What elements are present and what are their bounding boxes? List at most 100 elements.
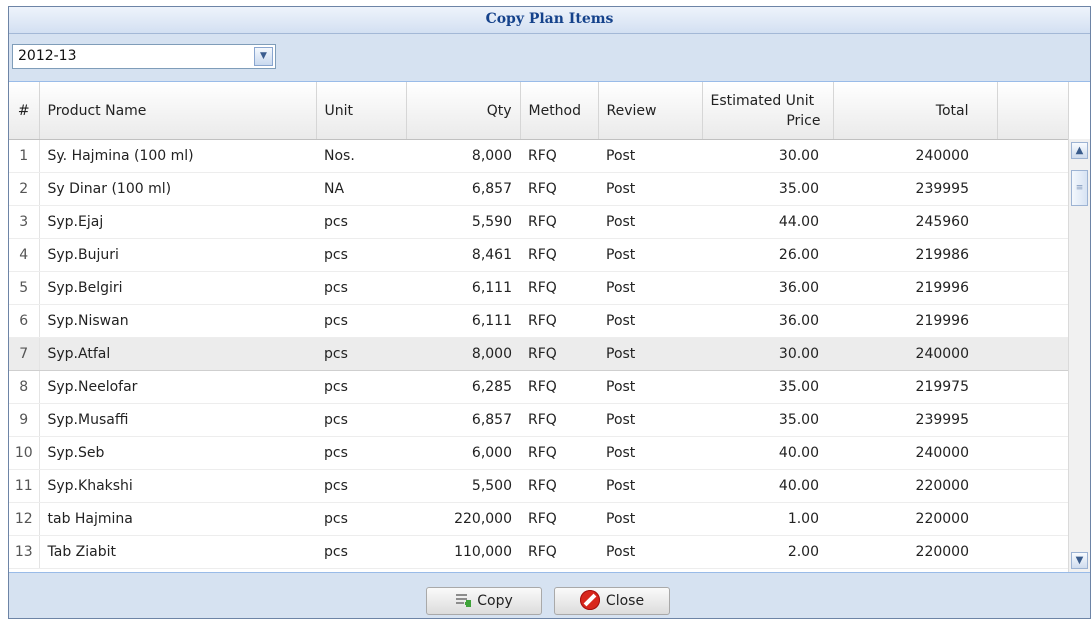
cell-method: RFQ	[520, 403, 598, 437]
cell-product-name: Syp.Neelofar	[39, 370, 316, 404]
cell-method: RFQ	[520, 205, 598, 239]
column-header-review[interactable]: Review	[598, 82, 703, 140]
cell-spacer	[997, 271, 1068, 305]
cell-method: RFQ	[520, 370, 598, 404]
cell-review: Post	[598, 304, 702, 338]
cell-index: 10	[9, 436, 40, 470]
cell-method: RFQ	[520, 502, 598, 536]
arrow-down-icon[interactable]: ▼	[1071, 552, 1088, 569]
cell-qty: 8,461	[406, 238, 520, 272]
cell-unit: pcs	[316, 502, 406, 536]
cell-method: RFQ	[520, 304, 598, 338]
table-row[interactable]: 13 Tab Ziabit pcs 110,000 RFQ Post 2.00 220000	[9, 535, 1068, 569]
cell-unit: pcs	[316, 535, 406, 569]
cell-estimated-unit-price: 40.00	[702, 436, 833, 470]
cell-qty: 220,000	[406, 502, 520, 536]
cell-unit: pcs	[316, 403, 406, 437]
toolbar: 2012-13 ▼	[9, 34, 1090, 82]
cell-review: Post	[598, 502, 702, 536]
table-row[interactable]: 6 Syp.Niswan pcs 6,111 RFQ Post 36.00 219996	[9, 304, 1068, 338]
cell-estimated-unit-price: 26.00	[702, 238, 833, 272]
table-row[interactable]: 3 Syp.Ejaj pcs 5,590 RFQ Post 44.00 245960	[9, 205, 1068, 239]
arrow-up-icon[interactable]: ▲	[1071, 142, 1088, 159]
plan-items-grid: # Product Name Unit Qty Method Review Es…	[9, 82, 1090, 572]
cell-total: 220000	[833, 502, 997, 536]
cell-review: Post	[598, 139, 702, 173]
cell-estimated-unit-price: 30.00	[702, 139, 833, 173]
cell-product-name: Sy. Hajmina (100 ml)	[39, 139, 316, 173]
cell-product-name: Syp.Bujuri	[39, 238, 316, 272]
cell-qty: 5,500	[406, 469, 520, 503]
table-row[interactable]: 5 Syp.Belgiri pcs 6,111 RFQ Post 36.00 219996	[9, 271, 1068, 305]
cell-unit: pcs	[316, 205, 406, 239]
column-header-estimated-unit-price[interactable]: Estimated Unit Price	[702, 82, 834, 140]
cell-spacer	[997, 436, 1068, 470]
cell-estimated-unit-price: 2.00	[702, 535, 833, 569]
table-row[interactable]: 10 Syp.Seb pcs 6,000 RFQ Post 40.00 240000	[9, 436, 1068, 470]
cell-index: 9	[9, 403, 40, 437]
table-row[interactable]: 11 Syp.Khakshi pcs 5,500 RFQ Post 40.00 220000	[9, 469, 1068, 503]
cell-review: Post	[598, 238, 702, 272]
column-header-index[interactable]: #	[9, 82, 40, 140]
cell-total: 239995	[833, 403, 997, 437]
cell-qty: 6,857	[406, 172, 520, 206]
cell-method: RFQ	[520, 535, 598, 569]
grid-header-row: # Product Name Unit Qty Method Review Es…	[9, 82, 1069, 140]
cell-index: 6	[9, 304, 40, 338]
cell-total: 220000	[833, 535, 997, 569]
cell-total: 219996	[833, 304, 997, 338]
cell-product-name: Syp.Seb	[39, 436, 316, 470]
cell-qty: 6,285	[406, 370, 520, 404]
cell-unit: pcs	[316, 304, 406, 338]
cell-estimated-unit-price: 35.00	[702, 172, 833, 206]
table-row[interactable]: 7 Syp.Atfal pcs 8,000 RFQ Post 30.00 240000	[9, 337, 1068, 371]
cell-spacer	[997, 403, 1068, 437]
cell-unit: pcs	[316, 337, 406, 371]
cell-product-name: Syp.Musaffi	[39, 403, 316, 437]
cell-index: 12	[9, 502, 40, 536]
cell-spacer	[997, 139, 1068, 173]
column-header-total[interactable]: Total	[833, 82, 998, 140]
cell-total: 239995	[833, 172, 997, 206]
cell-product-name: Syp.Atfal	[39, 337, 316, 371]
cell-review: Post	[598, 337, 702, 371]
cell-qty: 5,590	[406, 205, 520, 239]
cell-index: 13	[9, 535, 40, 569]
copy-button[interactable]: Copy	[426, 587, 542, 615]
table-row[interactable]: 1 Sy. Hajmina (100 ml) Nos. 8,000 RFQ Post 30.…	[9, 139, 1068, 173]
cell-method: RFQ	[520, 436, 598, 470]
column-header-product-name[interactable]: Product Name	[39, 82, 317, 140]
cell-product-name: Syp.Belgiri	[39, 271, 316, 305]
table-row[interactable]: 4 Syp.Bujuri pcs 8,461 RFQ Post 26.00 219986	[9, 238, 1068, 272]
table-row[interactable]: 12 tab Hajmina pcs 220,000 RFQ Post 1.00 220000	[9, 502, 1068, 536]
column-header-qty[interactable]: Qty	[406, 82, 521, 140]
cell-qty: 6,857	[406, 403, 520, 437]
close-button[interactable]: Close	[554, 587, 670, 615]
cell-estimated-unit-price: 30.00	[702, 337, 833, 371]
scrollbar-thumb[interactable]: ≡	[1071, 170, 1088, 206]
cell-estimated-unit-price: 1.00	[702, 502, 833, 536]
cell-review: Post	[598, 172, 702, 206]
cell-spacer	[997, 304, 1068, 338]
cell-unit: pcs	[316, 370, 406, 404]
cell-unit: Nos.	[316, 139, 406, 173]
vertical-scrollbar[interactable]: ▲ ≡ ▼	[1068, 139, 1090, 572]
cell-total: 219975	[833, 370, 997, 404]
cell-method: RFQ	[520, 469, 598, 503]
cell-index: 5	[9, 271, 40, 305]
cell-spacer	[997, 205, 1068, 239]
column-header-method[interactable]: Method	[520, 82, 599, 140]
table-row[interactable]: 9 Syp.Musaffi pcs 6,857 RFQ Post 35.00 239995	[9, 403, 1068, 437]
table-row[interactable]: 8 Syp.Neelofar pcs 6,285 RFQ Post 35.00 219975	[9, 370, 1068, 404]
fiscal-year-select[interactable]: 2012-13 ▼	[12, 44, 276, 69]
table-row[interactable]: 2 Sy Dinar (100 ml) NA 6,857 RFQ Post 35.00 239…	[9, 172, 1068, 206]
cell-spacer	[997, 337, 1068, 371]
cell-index: 8	[9, 370, 40, 404]
cell-index: 4	[9, 238, 40, 272]
cell-qty: 6,000	[406, 436, 520, 470]
chevron-down-icon[interactable]: ▼	[254, 47, 273, 66]
cell-total: 245960	[833, 205, 997, 239]
cell-product-name: Syp.Niswan	[39, 304, 316, 338]
cell-total: 240000	[833, 436, 997, 470]
column-header-unit[interactable]: Unit	[316, 82, 407, 140]
